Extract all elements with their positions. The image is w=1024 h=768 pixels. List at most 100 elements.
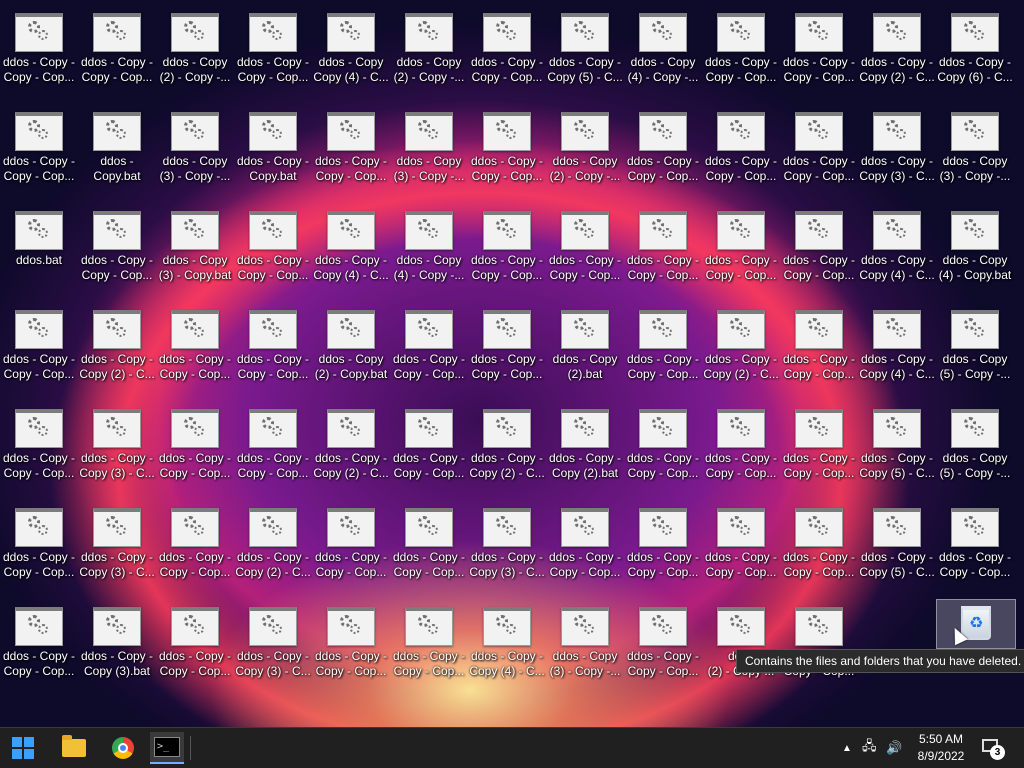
desktop-file-icon[interactable]: ddos - Copy -Copy - Cop... (546, 198, 624, 286)
desktop-file-icon[interactable]: ddos - Copy -Copy - Cop... (468, 99, 546, 187)
desktop-file-icon[interactable]: ddos - Copy - Copy (4) - C... (858, 198, 936, 286)
desktop-file-icon[interactable]: ddos - Copy - Copy (4) - C... (858, 297, 936, 385)
desktop-file-icon[interactable]: ddos - Copy (4) - Copy.bat (936, 198, 1014, 286)
desktop-file-icon[interactable]: ddos - Copy - Copy (2) - C... (468, 396, 546, 484)
desktop-file-icon[interactable]: ddos - Copy -Copy - Cop... (390, 594, 468, 682)
desktop-file-icon[interactable]: ddos - Copy -Copy - Cop... (312, 99, 390, 187)
desktop-file-icon[interactable]: ddos - Copy -Copy - Cop... (312, 594, 390, 682)
desktop-file-icon[interactable]: ddos - Copy (4) - Copy -... (624, 0, 702, 88)
desktop-file-icon[interactable]: ddos - Copy -Copy - Cop... (78, 198, 156, 286)
desktop-file-icon[interactable]: ddos - Copy - Copy.bat (234, 99, 312, 187)
desktop-file-icon[interactable]: ddos - Copy -Copy - Cop... (780, 99, 858, 187)
desktop-file-icon[interactable]: ddos - Copy -Copy - Cop... (780, 0, 858, 88)
desktop-file-icon[interactable]: ddos - Copy -Copy - Cop... (702, 495, 780, 583)
desktop-file-icon[interactable]: ddos - Copy -Copy - Cop... (390, 495, 468, 583)
desktop-file-icon[interactable]: ddos.bat (0, 198, 78, 286)
desktop-file-icon[interactable]: ddos - Copy -Copy - Cop... (234, 0, 312, 88)
notification-center-button[interactable]: 3 (980, 736, 1008, 760)
desktop-file-icon[interactable]: ddos - Copy -Copy - Cop... (234, 297, 312, 385)
show-hidden-icons-chevron-icon[interactable]: ▲ (842, 728, 852, 768)
desktop-file-icon[interactable]: ddos - Copy -Copy - Cop... (234, 198, 312, 286)
desktop-file-icon[interactable]: ddos - Copy - Copy (3) - C... (234, 594, 312, 682)
desktop-file-icon[interactable]: ddos - Copy -Copy - Cop... (624, 396, 702, 484)
desktop-file-icon[interactable]: ddos - Copy -Copy - Cop... (546, 495, 624, 583)
desktop-file-icon[interactable]: ddos - Copy -Copy - Cop... (624, 198, 702, 286)
desktop[interactable]: ddos - Copy - Copy - Cop... ddos - Copy -C… (0, 0, 1024, 728)
desktop-file-icon[interactable]: ddos - Copy -Copy - Cop... (702, 99, 780, 187)
desktop-file-icon[interactable]: ddos - Copy - Copy (2) - C... (702, 297, 780, 385)
batch-file-icon (171, 13, 219, 52)
desktop-file-icon[interactable]: ddos - Copy (2).bat (546, 297, 624, 385)
desktop-file-icon[interactable]: ddos - Copy -Copy - Cop... (702, 198, 780, 286)
clock[interactable]: 5:50 AM 8/9/2022 (906, 731, 976, 765)
desktop-file-icon[interactable]: ddos - Copy -Copy - Cop... (468, 297, 546, 385)
desktop-file-icon[interactable]: ddos - Copy - Copy (3) - C... (468, 495, 546, 583)
desktop-file-icon[interactable]: ddos - Copy -Copy - Cop... (780, 297, 858, 385)
desktop-file-icon[interactable]: ddos - Copy - Copy (2) - C... (78, 297, 156, 385)
desktop-file-icon[interactable]: ddos - Copy - Copy (2) - C... (234, 495, 312, 583)
desktop-file-icon[interactable]: ddos - Copy -Copy - Cop... (0, 396, 78, 484)
desktop-file-icon[interactable]: ddos - Copy - Copy (2) - C... (858, 0, 936, 88)
desktop-file-icon[interactable]: ddos - Copy -Copy - Cop... (234, 396, 312, 484)
desktop-file-icon[interactable]: ddos - Copy -Copy - Cop... (780, 495, 858, 583)
desktop-file-icon[interactable]: ddos - Copy -Copy - Cop... (468, 198, 546, 286)
desktop-file-icon[interactable]: ddos - Copy -Copy - Cop... (156, 495, 234, 583)
desktop-file-icon[interactable]: ddos - Copy -Copy - Cop... (624, 297, 702, 385)
desktop-file-icon[interactable]: ddos - Copy -Copy - Cop... (0, 99, 78, 187)
desktop-file-icon[interactable]: ddos - Copy -Copy - Cop... (156, 396, 234, 484)
desktop-file-icon[interactable]: ddos - Copy (5) - Copy -... (936, 297, 1014, 385)
desktop-file-icon[interactable]: ddos - Copy - Copy (5) - C... (546, 0, 624, 88)
desktop-file-icon[interactable]: ddos - Copy -Copy - Cop... (78, 0, 156, 88)
desktop-file-icon[interactable]: ddos - Copy (4) - Copy -... (390, 198, 468, 286)
desktop-file-icon[interactable]: ddos - Copy - Copy (3).bat (78, 594, 156, 682)
desktop-file-icon[interactable]: ddos - Copy - Copy (2).bat (546, 396, 624, 484)
chrome-button[interactable] (106, 732, 140, 764)
desktop-file-icon[interactable]: ddos - Copy -Copy - Cop... (936, 495, 1014, 583)
desktop-file-icon[interactable]: ddos - Copy -Copy - Cop... (390, 297, 468, 385)
file-label-line: ddos - Copy (942, 253, 1008, 267)
desktop-file-icon[interactable]: ddos - Copy (3) - Copy -... (390, 99, 468, 187)
desktop-file-icon[interactable]: ddos - Copy - Copy (3) - C... (78, 396, 156, 484)
desktop-file-icon[interactable]: ddos - Copy -Copy - Cop... (0, 495, 78, 583)
desktop-file-icon[interactable]: ddos - Copy - Copy (4) - C... (312, 198, 390, 286)
desktop-file-icon[interactable]: ddos - Copy - Copy (3) - C... (78, 495, 156, 583)
desktop-file-icon[interactable]: ddos - Copy - Copy (4) - C... (468, 594, 546, 682)
desktop-file-icon[interactable]: ddos - Copy -Copy - Cop... (624, 594, 702, 682)
desktop-file-icon[interactable]: ddos - Copy -Copy - Cop... (156, 297, 234, 385)
desktop-file-icon[interactable]: ddos - Copy - Copy (6) - C... (936, 0, 1014, 88)
desktop-file-icon[interactable]: ddos - Copy Copy (4) - C... (312, 0, 390, 88)
desktop-file-icon[interactable]: ddos - Copy (3) - Copy -... (546, 594, 624, 682)
desktop-file-icon[interactable]: ddos - Copy - Copy (5) - C... (858, 396, 936, 484)
desktop-file-icon[interactable]: ddos - Copy -Copy - Cop... (390, 396, 468, 484)
desktop-file-icon[interactable]: ddos - Copy - Copy (5) - C... (858, 495, 936, 583)
desktop-file-icon[interactable]: ddos - Copy (2) - Copy -... (156, 0, 234, 88)
file-explorer-button[interactable] (57, 732, 91, 764)
desktop-file-icon[interactable]: ddos - Copy (3) - Copy -... (156, 99, 234, 187)
desktop-file-icon[interactable]: ddos - Copy (3) - Copy -... (936, 99, 1014, 187)
desktop-file-icon[interactable]: ddos - Copy (2) - Copy.bat (312, 297, 390, 385)
desktop-file-icon[interactable]: ddos - Copy -Copy - Cop... (0, 297, 78, 385)
desktop-file-icon[interactable]: ddos - Copy -Copy - Cop... (624, 495, 702, 583)
desktop-file-icon[interactable]: ddos - Copy -Copy - Cop... (156, 594, 234, 682)
network-icon[interactable]: 🖧 (862, 728, 877, 768)
desktop-file-icon[interactable]: ddos - Copy -Copy - Cop... (780, 396, 858, 484)
desktop-file-icon[interactable]: ddos - Copy -Copy - Cop... (624, 99, 702, 187)
desktop-file-icon[interactable]: ddos - Copy -Copy - Cop... (0, 594, 78, 682)
desktop-file-icon[interactable]: ddos - Copy (2) - Copy -... (390, 0, 468, 88)
desktop-file-icon[interactable]: ddos - Copy -Copy - Cop... (702, 396, 780, 484)
desktop-file-icon[interactable]: ddos - Copy (5) - Copy -... (936, 396, 1014, 484)
desktop-file-icon[interactable]: ddos - Copy (2) - Copy -... (546, 99, 624, 187)
volume-icon[interactable]: 🔊 (886, 728, 902, 768)
desktop-file-icon[interactable]: ddos - Copy -Copy - Cop... (780, 198, 858, 286)
recycle-bin[interactable]: ♻ (936, 599, 1016, 649)
desktop-file-icon[interactable]: ddos - Copy - Copy (2) - C... (312, 396, 390, 484)
start-button[interactable] (6, 732, 40, 764)
desktop-file-icon[interactable]: ddos - Copy (3) - Copy.bat (156, 198, 234, 286)
desktop-file-icon[interactable]: ddos - Copy -Copy - Cop... (0, 0, 78, 88)
desktop-file-icon[interactable]: ddos - Copy -Copy - Cop... (468, 0, 546, 88)
desktop-file-icon[interactable]: ddos - Copy -Copy - Cop... (702, 0, 780, 88)
desktop-file-icon[interactable]: ddos - Copy - Copy (3) - C... (858, 99, 936, 187)
desktop-file-icon[interactable]: ddos - Copy -Copy - Cop... (312, 495, 390, 583)
desktop-file-icon[interactable]: ddos - Copy.bat (78, 99, 156, 187)
terminal-button[interactable]: >_ (150, 732, 184, 764)
